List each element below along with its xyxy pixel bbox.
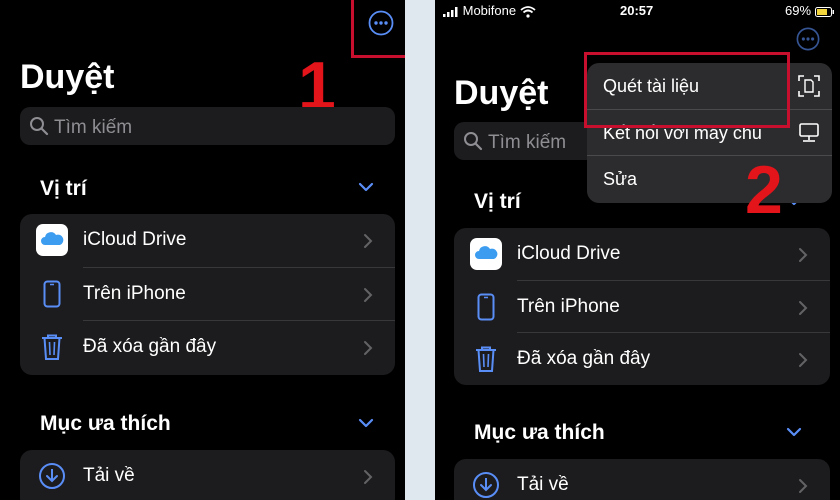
step-number-2: 2 bbox=[745, 152, 783, 228]
wifi-icon bbox=[520, 5, 536, 18]
list-item-recently-deleted[interactable]: Đã xóa gần đây bbox=[20, 321, 395, 375]
trash-icon bbox=[36, 331, 68, 363]
chevron-down-icon[interactable] bbox=[786, 427, 802, 437]
chevron-right-icon bbox=[364, 470, 373, 484]
chevron-down-icon[interactable] bbox=[358, 182, 374, 192]
download-icon bbox=[470, 469, 502, 500]
search-icon bbox=[464, 132, 483, 151]
search-bar[interactable]: Tìm kiếm bbox=[20, 107, 395, 145]
iphone-icon bbox=[36, 278, 68, 310]
favorites-list: Tải về bbox=[454, 459, 830, 500]
scan-document-icon bbox=[798, 75, 820, 97]
clock: 20:57 bbox=[620, 3, 654, 18]
list-item-label: Tải về bbox=[83, 465, 135, 486]
chevron-right-icon bbox=[799, 479, 808, 493]
list-item-label: Trên iPhone bbox=[83, 282, 186, 304]
files-browse-screen-1: 1 Duyệt Tìm kiếm Vị trí iCloud Drive Trê… bbox=[0, 0, 405, 500]
list-item-icloud-drive[interactable]: iCloud Drive bbox=[20, 214, 395, 268]
list-item-on-iphone[interactable]: Trên iPhone bbox=[454, 281, 830, 333]
favorites-list: Tải về bbox=[20, 450, 395, 500]
chevron-down-icon[interactable] bbox=[358, 418, 374, 428]
list-item-recently-deleted[interactable]: Đã xóa gần đây bbox=[454, 333, 830, 385]
status-bar: Mobifone 20:57 69% bbox=[435, 0, 840, 22]
list-item-label: Đã xóa gần đây bbox=[517, 348, 651, 369]
signal-icon bbox=[443, 6, 458, 17]
files-browse-screen-2: Mobifone 20:57 69% Duyệt Tìm kiếm Vị trí bbox=[435, 0, 840, 500]
menu-item-edit[interactable]: Sửa bbox=[587, 156, 832, 203]
more-options-icon[interactable] bbox=[796, 27, 820, 51]
highlight-box-scan-documents bbox=[584, 52, 790, 128]
menu-item-label: Sửa bbox=[603, 169, 638, 190]
iphone-icon bbox=[470, 291, 502, 323]
search-placeholder: Tìm kiếm bbox=[54, 117, 133, 138]
chevron-right-icon bbox=[364, 341, 373, 355]
section-header-locations: Vị trí bbox=[40, 177, 87, 200]
chevron-right-icon bbox=[799, 353, 808, 367]
trash-icon bbox=[470, 343, 502, 375]
list-item-label: iCloud Drive bbox=[83, 229, 187, 250]
download-icon bbox=[36, 460, 68, 492]
list-item-label: Tải về bbox=[517, 474, 569, 495]
search-icon bbox=[30, 117, 49, 136]
list-item-downloads[interactable]: Tải về bbox=[454, 459, 830, 500]
battery-icon bbox=[814, 6, 834, 17]
list-item-label: iCloud Drive bbox=[517, 243, 621, 264]
divider-gap bbox=[405, 0, 435, 500]
chevron-right-icon bbox=[799, 248, 808, 262]
search-placeholder: Tìm kiếm bbox=[488, 132, 567, 153]
section-header-favorites: Mục ưa thích bbox=[40, 412, 171, 435]
locations-list: iCloud Drive Trên iPhone Đã xóa gần đây bbox=[20, 214, 395, 375]
icloud-icon bbox=[36, 224, 68, 256]
list-item-icloud-drive[interactable]: iCloud Drive bbox=[454, 228, 830, 281]
carrier-label: Mobifone bbox=[443, 3, 536, 18]
chevron-right-icon bbox=[364, 287, 373, 302]
page-title: Duyệt bbox=[20, 58, 115, 96]
server-icon bbox=[799, 122, 819, 142]
list-item-on-iphone[interactable]: Trên iPhone bbox=[20, 268, 395, 321]
chevron-right-icon bbox=[364, 234, 373, 248]
list-item-label: Trên iPhone bbox=[517, 295, 620, 317]
chevron-right-icon bbox=[799, 300, 808, 315]
locations-list: iCloud Drive Trên iPhone Đã xóa gần đây bbox=[454, 228, 830, 385]
list-item-label: Đã xóa gần đây bbox=[83, 336, 217, 357]
section-header-favorites: Mục ưa thích bbox=[474, 421, 605, 444]
battery-indicator: 69% bbox=[785, 3, 835, 18]
icloud-icon bbox=[470, 238, 502, 270]
list-item-downloads[interactable]: Tải về bbox=[20, 450, 395, 500]
page-title: Duyệt bbox=[454, 74, 549, 112]
highlight-box-more-button bbox=[351, 0, 405, 58]
section-header-locations: Vị trí bbox=[474, 190, 521, 213]
